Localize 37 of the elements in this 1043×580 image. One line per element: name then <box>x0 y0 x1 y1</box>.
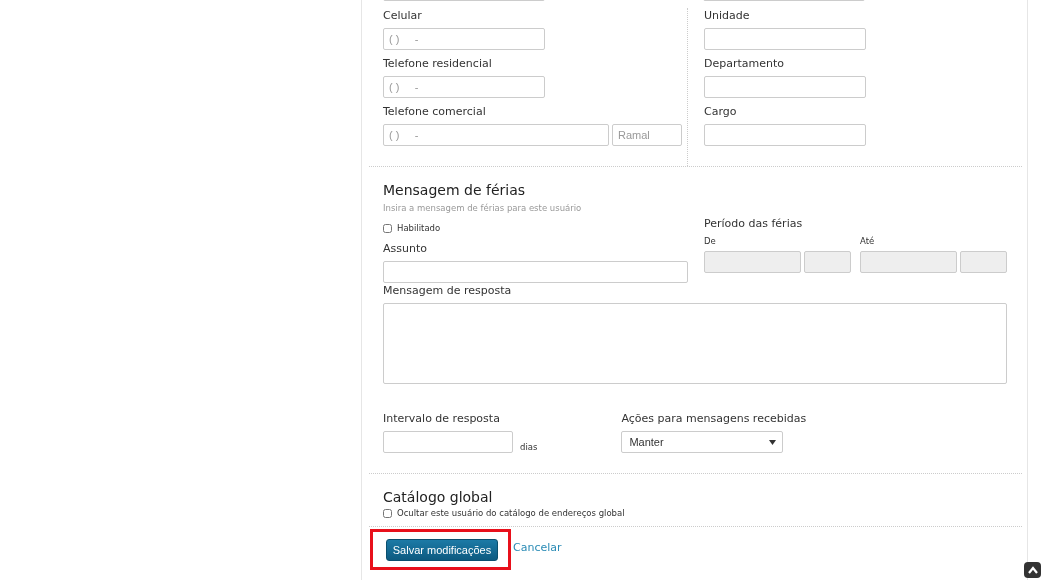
field-label: Cargo <box>704 104 738 120</box>
checkbox[interactable] <box>383 508 392 518</box>
field-label: Unidade <box>704 8 751 24</box>
cancel-link[interactable]: Cancelar <box>513 541 562 554</box>
field-label: Departamento <box>704 56 786 72</box>
checkbox[interactable] <box>383 223 392 233</box>
input-field[interactable] <box>704 124 866 146</box>
section-title: Mensagem de férias <box>383 181 527 199</box>
input-field[interactable] <box>383 431 513 453</box>
input-field[interactable] <box>704 28 866 50</box>
input-field[interactable] <box>383 261 688 283</box>
field-label: Até <box>860 236 876 248</box>
field-label: Período das férias <box>704 216 804 232</box>
caret-up-icon <box>1027 566 1038 574</box>
field-label: Assunto <box>383 241 428 257</box>
caret-down-icon <box>769 439 777 445</box>
text-area[interactable] <box>383 303 1007 384</box>
save-button[interactable]: Salvar modificações <box>386 539 498 561</box>
field-label: Mensagem de resposta <box>383 283 513 299</box>
checkbox-label: Habilitado <box>397 223 441 233</box>
input-field[interactable]: ( ) - <box>383 76 545 98</box>
section-hint: Insira a mensagem de férias para este usuário <box>383 203 583 213</box>
field-label: Ações para mensagens recebidas <box>621 411 807 427</box>
unit-label: dias <box>520 442 538 452</box>
checkbox-label: Ocultar este usuário do catálogo de endereços global <box>397 508 625 518</box>
field-label: Celular <box>383 8 423 24</box>
scroll-top-button[interactable] <box>1024 562 1041 578</box>
field-label: De <box>704 236 717 248</box>
input-field[interactable]: ( ) - <box>383 28 545 50</box>
input-field[interactable]: Ramal <box>612 124 682 146</box>
select-dropdown[interactable]: Manter <box>621 431 784 453</box>
input-field[interactable]: ( ) - <box>383 124 609 146</box>
input-field[interactable] <box>704 76 866 98</box>
section-title: Catálogo global <box>383 488 494 506</box>
field-label: Telefone residencial <box>383 56 493 72</box>
field-label: Intervalo de resposta <box>383 411 501 427</box>
field-label: Telefone comercial <box>383 104 487 120</box>
